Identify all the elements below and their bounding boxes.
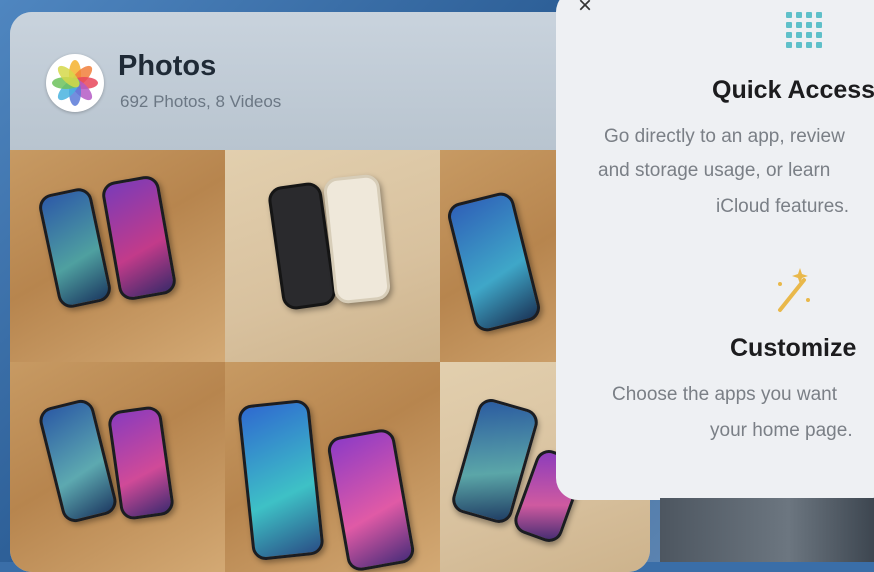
close-button[interactable]: ×: [578, 0, 602, 19]
photo-grid: [10, 150, 650, 572]
phone-image: [322, 173, 392, 305]
quick-access-description-line: Go directly to an app, review: [604, 126, 845, 147]
photo-thumbnail[interactable]: [10, 362, 225, 572]
customize-title: Customize: [730, 334, 857, 362]
quick-access-description-line: iCloud features.: [716, 196, 850, 217]
photo-thumbnail[interactable]: [10, 150, 225, 362]
phone-image: [445, 189, 543, 335]
grid-dots-icon: [784, 10, 826, 55]
photos-title: Photos: [118, 50, 217, 82]
background-photo-thumbnail: [660, 498, 874, 562]
photos-count: 692 Photos, 8 Videos: [120, 92, 282, 111]
phone-image: [237, 398, 325, 562]
customize-description-line: Choose the apps you want: [612, 384, 837, 405]
photos-widget[interactable]: Photos 692 Photos, 8 Videos: [10, 12, 650, 572]
phone-image: [36, 396, 120, 526]
magic-wand-icon: [770, 266, 814, 321]
photos-app-icon[interactable]: [46, 54, 104, 112]
quick-access-description-line: and storage usage, or learn: [598, 160, 831, 181]
phone-image: [100, 173, 178, 303]
photo-thumbnail[interactable]: [225, 362, 440, 572]
customize-description-line: your home page.: [710, 420, 853, 441]
photos-widget-header: Photos 692 Photos, 8 Videos: [10, 12, 650, 152]
phone-image: [106, 404, 176, 522]
photo-thumbnail[interactable]: [225, 150, 440, 362]
quick-access-title: Quick Access: [712, 76, 874, 104]
phone-image: [36, 185, 114, 311]
phone-image: [325, 427, 417, 572]
